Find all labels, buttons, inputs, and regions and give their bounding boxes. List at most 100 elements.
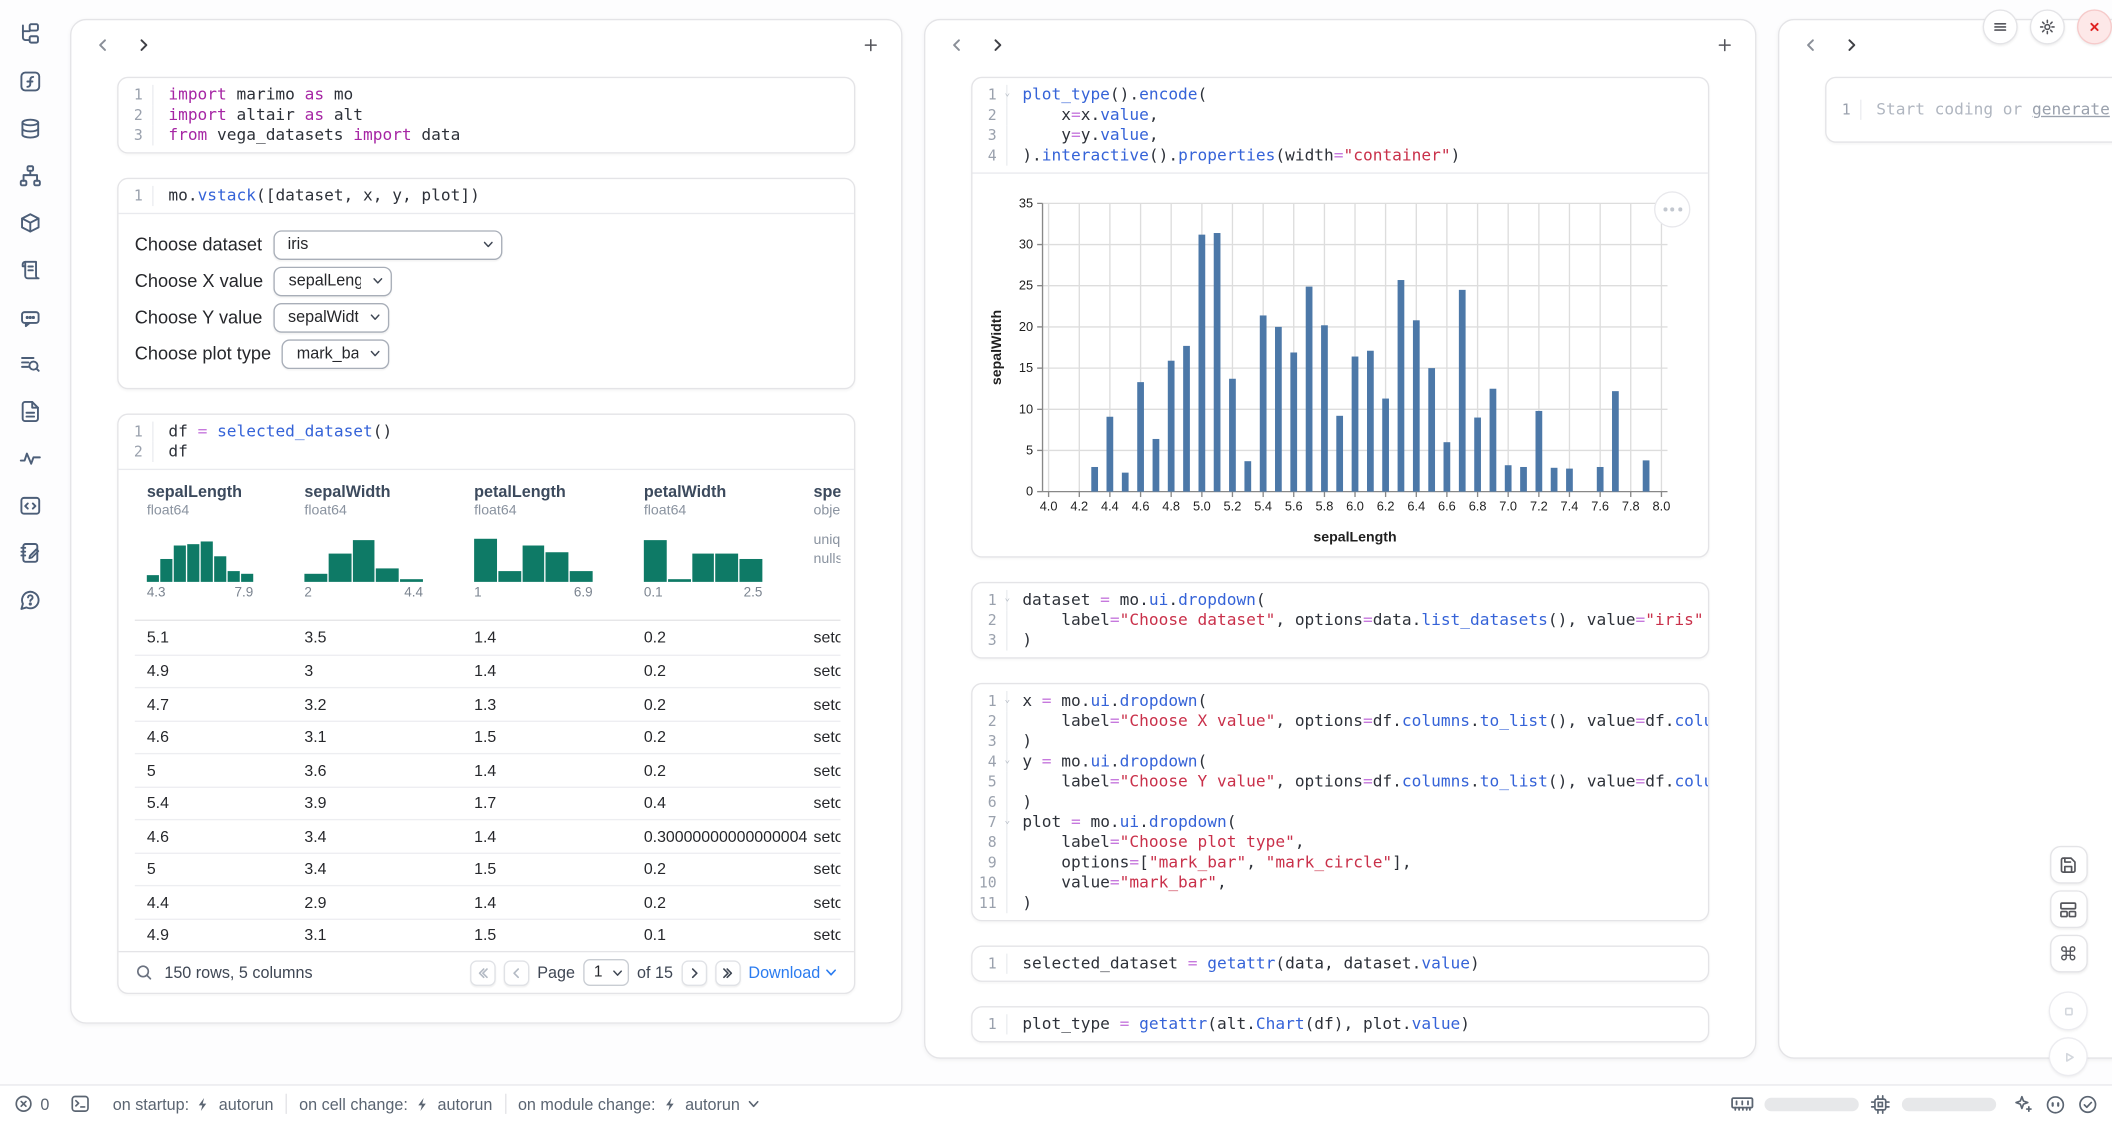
code-editor[interactable]: 1⌄x = mo.ui.dropdown(2 label="Choose X v…	[972, 684, 1707, 920]
errors-indicator[interactable]: 0	[13, 1094, 49, 1114]
altair-chart[interactable]: 4.04.24.44.64.85.05.25.45.65.86.06.26.46…	[986, 185, 1708, 558]
dependency-graph-icon[interactable]	[12, 158, 47, 193]
column-next-button[interactable]	[982, 30, 1012, 60]
status-bar: 0 on startup: autorun on cell change: au…	[0, 1084, 2112, 1122]
column-header-sepalLength[interactable]: sepalLength float64 4.37.9	[135, 470, 293, 620]
on-cell-change-toggle[interactable]: on cell change: autorun	[299, 1094, 492, 1113]
floating-actions: ⌘	[2049, 846, 2088, 1076]
download-button[interactable]: Download	[748, 963, 837, 982]
stop-button[interactable]	[2049, 991, 2088, 1030]
svg-text:20: 20	[1019, 319, 1033, 334]
chatbot-icon[interactable]	[12, 299, 47, 334]
on-module-change-toggle[interactable]: on module change: autorun	[518, 1094, 762, 1113]
layout-icon	[2058, 899, 2078, 919]
table-footer: 150 rows, 5 columns Page 1 of 15	[119, 951, 854, 993]
generate-with-ai-link[interactable]: generate	[2032, 100, 2110, 119]
search-icon[interactable]	[135, 963, 154, 982]
code-editor[interactable]: 1selected_dataset = getattr(data, datase…	[972, 947, 1707, 981]
zap-icon	[415, 1096, 431, 1112]
dataframe-table: sepalLength float64 4.37.9 sepalWidth fl…	[135, 470, 841, 951]
layout-button[interactable]	[2049, 890, 2087, 928]
column-prev-button[interactable]	[1795, 30, 1825, 60]
save-button[interactable]	[2049, 846, 2087, 884]
code-editor[interactable]: 1plot_type = getattr(alt.Chart(df), plot…	[972, 1008, 1707, 1042]
column-header-species[interactable]: species object unique:nulls:	[801, 470, 840, 620]
column-next-button[interactable]	[128, 30, 158, 60]
x-value-label: Choose X value	[135, 271, 263, 291]
chevron-down-icon	[747, 1096, 762, 1111]
plot-type-select[interactable]: mark_bar	[282, 339, 390, 369]
cell-dataframe: 1df = selected_dataset()2df sepalLength …	[117, 414, 855, 995]
connection-status-button[interactable]	[2077, 1093, 2099, 1115]
column-histogram	[147, 531, 253, 582]
run-button[interactable]	[2049, 1037, 2088, 1076]
shutdown-button[interactable]	[2077, 9, 2112, 44]
play-icon	[2059, 1047, 2078, 1066]
terminal-button[interactable]	[70, 1094, 90, 1114]
code-editor[interactable]: 1⌄plot_type().encode(2 x=x.value,3 y=y.v…	[972, 78, 1707, 172]
table-body: 5.13.51.40.2setosa4.931.40.2setosa4.73.2…	[135, 621, 841, 951]
logs-icon[interactable]	[12, 346, 47, 381]
code-editor[interactable]: 1⌄dataset = mo.ui.dropdown(2 label="Choo…	[972, 583, 1707, 657]
settings-button[interactable]	[2030, 9, 2065, 44]
cpu-usage-indicator	[1870, 1093, 1892, 1115]
svg-text:6.2: 6.2	[1377, 498, 1395, 513]
scratchpad-icon[interactable]	[12, 535, 47, 570]
column-header-petalWidth[interactable]: petalWidth float64 0.12.5	[632, 470, 802, 620]
cell-dataset-dropdown: 1⌄dataset = mo.ui.dropdown(2 label="Choo…	[971, 582, 1709, 659]
column-header-petalLength[interactable]: petalLength float64 16.9	[462, 470, 632, 620]
copilot-button[interactable]	[2045, 1093, 2067, 1115]
snippets-icon[interactable]	[12, 488, 47, 523]
code-editor[interactable]: 1import marimo as mo2import altair as al…	[119, 78, 854, 152]
column-header-sepalWidth[interactable]: sepalWidth float64 24.4	[292, 470, 462, 620]
ai-assist-button[interactable]	[2012, 1093, 2034, 1115]
code-editor[interactable]: 1df = selected_dataset()2df	[119, 415, 854, 469]
notebook-column-2: 1⌄plot_type().encode(2 x=x.value,3 y=y.v…	[924, 19, 1756, 1059]
gear-icon	[2038, 18, 2057, 37]
cell-imports: 1import marimo as mo2import altair as al…	[117, 77, 855, 154]
prev-page-button[interactable]	[504, 960, 530, 986]
svg-text:30: 30	[1019, 237, 1033, 252]
table-row: 5.13.51.40.2setosa	[135, 621, 841, 654]
keyboard-shortcuts-button[interactable]: ⌘	[2049, 935, 2087, 973]
database-icon[interactable]	[12, 110, 47, 145]
svg-text:15: 15	[1019, 360, 1033, 375]
svg-text:7.2: 7.2	[1530, 498, 1548, 513]
column-next-button[interactable]	[1836, 30, 1866, 60]
next-page-button[interactable]	[681, 960, 707, 986]
help-icon[interactable]	[12, 582, 47, 617]
on-startup-toggle[interactable]: on startup: autorun	[113, 1094, 274, 1113]
svg-text:6.0: 6.0	[1346, 498, 1364, 513]
command-icon: ⌘	[2059, 944, 2078, 963]
svg-text:5.6: 5.6	[1285, 498, 1303, 513]
last-page-button[interactable]	[715, 960, 741, 986]
dataset-select[interactable]: iris	[273, 230, 502, 260]
page-select[interactable]: 1	[583, 959, 629, 986]
add-cell-button[interactable]	[1709, 30, 1739, 60]
add-cell-button[interactable]	[855, 30, 885, 60]
file-explorer-icon[interactable]	[12, 16, 47, 51]
svg-text:7.6: 7.6	[1591, 498, 1609, 513]
chart-options-button[interactable]	[1654, 191, 1690, 227]
function-square-icon[interactable]	[12, 63, 47, 98]
first-page-button[interactable]	[470, 960, 496, 986]
chevron-down-icon	[824, 966, 837, 979]
code-editor[interactable]: 1mo.vstack([dataset, x, y, plot])	[119, 179, 854, 213]
plot-type-control-row: Choose plot type mark_bar	[135, 335, 854, 371]
packages-icon[interactable]	[12, 205, 47, 240]
tracing-icon[interactable]	[12, 440, 47, 475]
svg-text:4.2: 4.2	[1070, 498, 1088, 513]
script-icon[interactable]	[12, 252, 47, 287]
x-value-select[interactable]: sepalLength	[274, 266, 393, 296]
svg-text:8.0: 8.0	[1653, 498, 1671, 513]
notebook-menu-button[interactable]	[1983, 9, 2018, 44]
column-prev-button[interactable]	[88, 30, 118, 60]
plot-type-label: Choose plot type	[135, 343, 271, 363]
y-value-select[interactable]: sepalWidth	[273, 302, 389, 332]
cell-plot: 1⌄plot_type().encode(2 x=x.value,3 y=y.v…	[971, 77, 1709, 558]
documentation-icon[interactable]	[12, 393, 47, 428]
code-editor-empty[interactable]: 1 Start coding or generate with AI	[1826, 78, 2112, 141]
column-prev-button[interactable]	[942, 30, 972, 60]
notebook-column-1: 1import marimo as mo2import altair as al…	[70, 19, 902, 1024]
svg-text:4.8: 4.8	[1162, 498, 1180, 513]
